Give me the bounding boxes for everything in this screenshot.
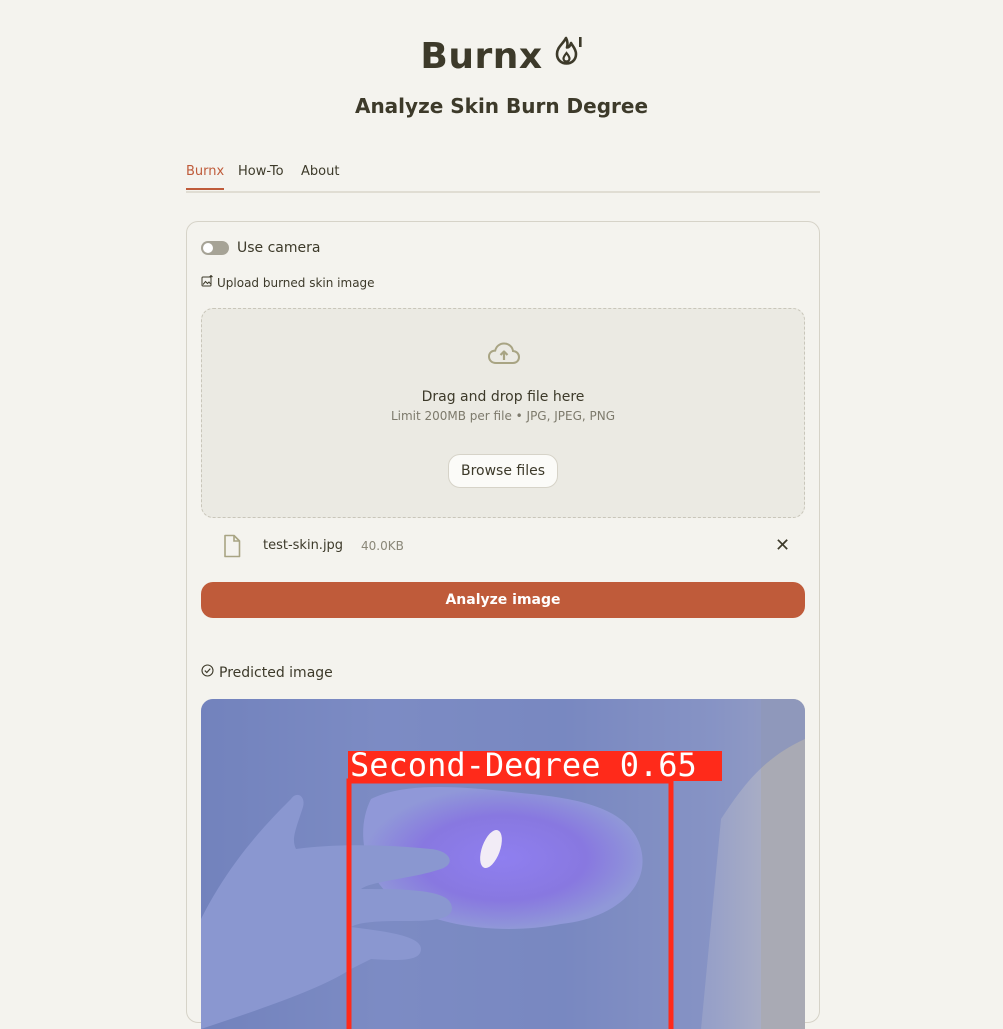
file-dropzone[interactable]: Drag and drop file here Limit 200MB per …: [201, 308, 805, 518]
page-subtitle: Analyze Skin Burn Degree: [354, 94, 649, 118]
flame-icon: [553, 34, 583, 75]
predicted-image: Second-Degree 0.65: [201, 699, 805, 1029]
toggle-knob: [203, 243, 213, 253]
analyze-image-button[interactable]: Analyze image: [201, 582, 805, 618]
main-card: Use camera Upload burned skin image Drag…: [186, 221, 820, 1029]
tab-how-to[interactable]: How-To: [238, 164, 284, 188]
file-size: 40.0KB: [361, 539, 404, 553]
camera-toggle[interactable]: [201, 241, 229, 255]
camera-toggle-row: Use camera: [201, 237, 320, 259]
browse-files-button[interactable]: Browse files: [448, 454, 558, 488]
file-name: test-skin.jpg: [263, 538, 344, 553]
close-icon[interactable]: ✕: [775, 537, 790, 555]
cloud-upload-icon: [487, 341, 521, 371]
tab-about[interactable]: About: [301, 164, 339, 188]
tab-burnx[interactable]: Burnx: [186, 164, 225, 190]
uploaded-file-row: test-skin.jpg 40.0KB ✕: [201, 534, 803, 560]
dropzone-limit: Limit 200MB per file • JPG, JPEG, PNG: [390, 409, 616, 423]
predicted-image-label-text: Predicted image: [219, 664, 333, 681]
file-icon: [223, 534, 241, 562]
dropzone-title: Drag and drop file here: [421, 389, 585, 405]
image-upload-icon: [201, 274, 217, 290]
detection-label: Second-Degree 0.65: [350, 746, 697, 784]
predicted-image-label: Predicted image: [201, 664, 333, 681]
upload-label-text: Upload burned skin image: [217, 275, 375, 290]
app-title-text: Burnx: [420, 36, 543, 77]
app-title: Burnx: [0, 36, 1003, 79]
check-circle-icon: [201, 664, 219, 681]
camera-toggle-label: Use camera: [237, 240, 321, 256]
upload-label: Upload burned skin image: [201, 274, 375, 290]
tab-bar: Burnx How-To About: [186, 160, 820, 193]
